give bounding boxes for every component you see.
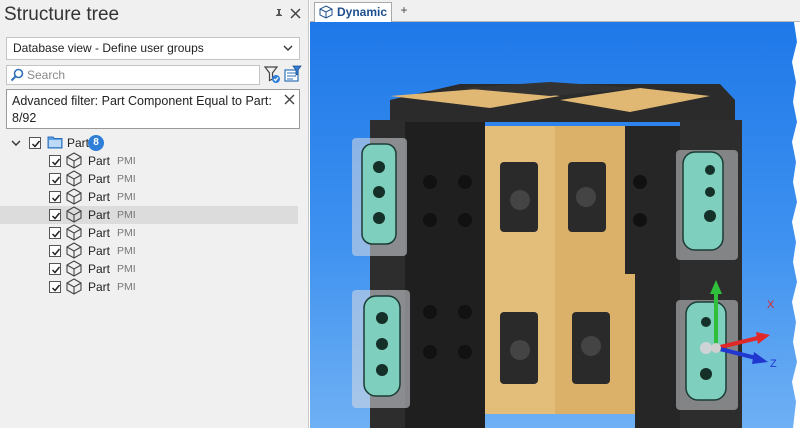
- checkbox[interactable]: [49, 281, 61, 293]
- chevron-down-icon: [283, 45, 293, 51]
- tree-item-label: Part: [88, 208, 111, 222]
- panel-title: Structure tree: [4, 4, 120, 25]
- cube-icon: [319, 5, 333, 19]
- pmi-tag: PMI: [117, 173, 136, 185]
- tab-dynamic[interactable]: Dynamic: [314, 2, 392, 22]
- tree-item[interactable]: Part PMI: [0, 278, 298, 296]
- cube-icon: [66, 260, 82, 277]
- torn-edge: [792, 22, 800, 428]
- tree-item-selected[interactable]: Part PMI: [0, 206, 298, 224]
- tree-item-label: Part: [88, 172, 111, 186]
- cube-icon: [66, 206, 82, 223]
- pmi-tag: PMI: [117, 227, 136, 239]
- filter-icon[interactable]: [263, 64, 281, 84]
- pmi-tag: PMI: [117, 209, 136, 221]
- pmi-tag: PMI: [117, 245, 136, 257]
- 3d-viewport[interactable]: X Z: [310, 22, 800, 428]
- tree-item[interactable]: Part PMI: [0, 224, 298, 242]
- chevron-down-icon[interactable]: [11, 139, 21, 147]
- checkbox[interactable]: [49, 209, 61, 221]
- tree-item-label: Part: [88, 190, 111, 204]
- view-select-value: Database view - Define user groups: [13, 41, 204, 55]
- advanced-filter-icon[interactable]: [283, 64, 303, 84]
- tree-item-label: Part: [88, 262, 111, 276]
- cube-icon: [66, 278, 82, 295]
- checkbox[interactable]: [49, 173, 61, 185]
- pmi-tag: PMI: [117, 281, 136, 293]
- tree-item[interactable]: Part PMI: [0, 152, 298, 170]
- pmi-tag: PMI: [117, 263, 136, 275]
- cube-icon: [66, 152, 82, 169]
- cube-icon: [66, 188, 82, 205]
- axis-x-label: X: [767, 299, 775, 311]
- block-dark-2: [625, 126, 680, 274]
- checkbox[interactable]: [49, 155, 61, 167]
- axis-z-label: Z: [770, 358, 777, 370]
- tree-item-label: Part: [88, 280, 111, 294]
- tree-item[interactable]: Part PMI: [0, 242, 298, 260]
- tree-item[interactable]: Part PMI: [0, 188, 298, 206]
- search-icon: [10, 68, 24, 82]
- checkbox[interactable]: [49, 263, 61, 275]
- tree-root-label: Part: [67, 136, 90, 150]
- cube-icon: [66, 170, 82, 187]
- close-icon[interactable]: [290, 8, 301, 19]
- search-box[interactable]: [6, 65, 260, 85]
- pmi-tag: PMI: [117, 155, 136, 167]
- advanced-filter-box: Advanced filter: Part Component Equal to…: [6, 89, 300, 129]
- folder-icon: [47, 136, 63, 149]
- search-input[interactable]: [27, 67, 255, 83]
- checkbox[interactable]: [29, 137, 41, 149]
- tree-item[interactable]: Part PMI: [0, 260, 298, 278]
- clear-filter-icon[interactable]: [284, 94, 295, 105]
- tree-item-label: Part: [88, 154, 111, 168]
- tree-root-row[interactable]: Part 8: [0, 134, 298, 152]
- view-select[interactable]: Database view - Define user groups: [6, 37, 300, 60]
- add-tab-button[interactable]: +: [398, 3, 410, 17]
- checkbox[interactable]: [49, 191, 61, 203]
- tree-item-label: Part: [88, 244, 111, 258]
- 3d-model: [352, 82, 770, 428]
- tree-item[interactable]: Part PMI: [0, 170, 298, 188]
- block-dark-1: [405, 122, 485, 272]
- viewport-tab-bar: Dynamic +: [310, 0, 800, 22]
- pin-icon[interactable]: [274, 8, 284, 20]
- count-badge: 8: [88, 135, 104, 151]
- checkbox[interactable]: [49, 227, 61, 239]
- advanced-filter-text: Advanced filter: Part Component Equal to…: [12, 94, 272, 125]
- structure-tree-panel: Structure tree Database view - Define us…: [0, 0, 309, 428]
- checkbox[interactable]: [49, 245, 61, 257]
- cube-icon: [66, 224, 82, 241]
- tree-item-label: Part: [88, 226, 111, 240]
- pmi-tag: PMI: [117, 191, 136, 203]
- tab-label: Dynamic: [337, 5, 388, 19]
- cube-icon: [66, 242, 82, 259]
